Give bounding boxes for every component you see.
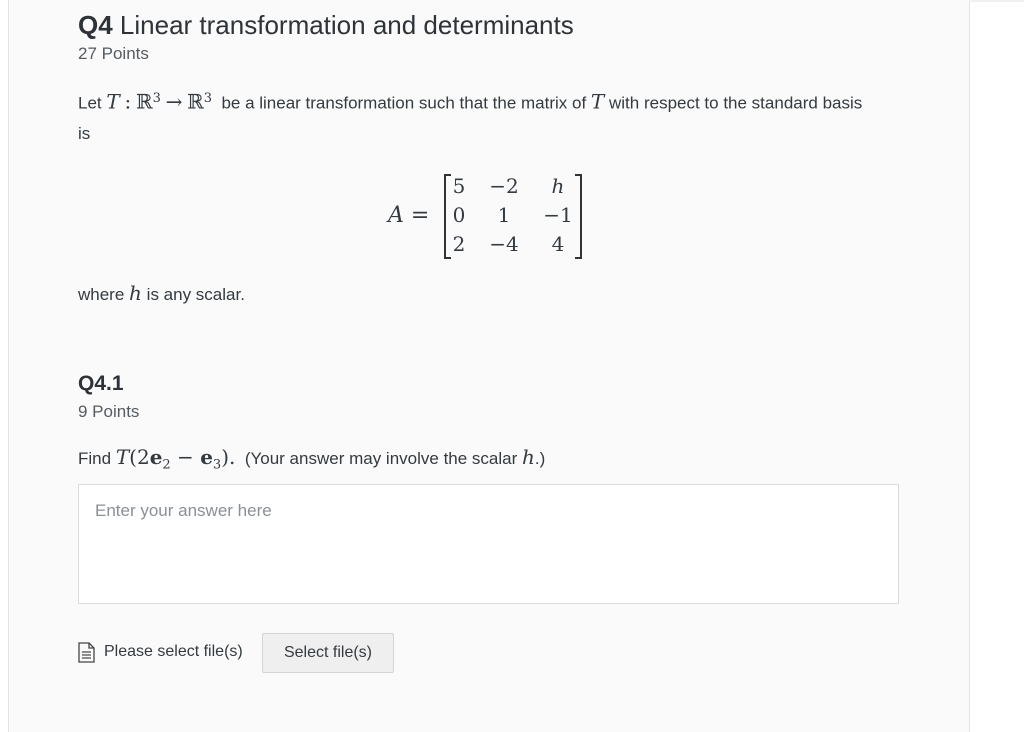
question-points: 27 Points	[78, 44, 149, 63]
subquestion-prompt: Find T(2e2 − e3). (Your answer may invol…	[78, 445, 545, 472]
math-sub: 3	[212, 457, 222, 473]
prompt-text: be a linear transformation such that the…	[221, 93, 587, 113]
select-files-button[interactable]: Select file(s)	[262, 633, 394, 673]
math-h: h	[129, 281, 142, 305]
matrix-cell: −4	[489, 232, 519, 256]
file-status-label: Please select file(s)	[104, 643, 243, 660]
math-h: h	[522, 445, 535, 469]
scalar-note: where h is any scalar.	[78, 281, 245, 305]
matrix-cell: 5	[452, 174, 466, 198]
matrix-cell: 1	[497, 203, 511, 227]
math-T: T	[115, 445, 130, 469]
subquestion-title: Q4.1	[78, 372, 124, 395]
matrix-cell: 2	[452, 232, 466, 256]
prompt-text: .)	[534, 449, 546, 468]
matrix-right-bracket	[575, 174, 582, 259]
prompt-text: Find	[78, 449, 112, 468]
matrix-cell: −1	[543, 203, 573, 227]
math-arrow: →	[165, 89, 183, 114]
matrix-cell: −2	[489, 174, 519, 198]
math-R: ℝ	[135, 89, 153, 114]
question-prompt: Let T : ℝ3 → ℝ3 be a linear transformati…	[78, 84, 878, 149]
math-exp: 3	[203, 91, 212, 106]
matrix-A: A	[388, 203, 404, 228]
matrix-cell: h	[551, 174, 565, 198]
question-number: Q4	[78, 10, 113, 40]
file-document-icon	[78, 642, 95, 663]
note-text: is any scalar.	[146, 285, 245, 304]
math-e: e	[200, 445, 213, 469]
question-title-text: Linear transformation and determinants	[119, 10, 574, 40]
math-e: e	[149, 445, 163, 469]
subquestion-points: 9 Points	[78, 402, 140, 421]
matrix-equals: =	[403, 203, 430, 228]
math-T: T	[590, 89, 605, 114]
math-exp: 3	[152, 91, 161, 106]
divider	[969, 0, 1024, 2]
math-T: T	[106, 89, 120, 114]
note-text: where	[78, 285, 125, 304]
math-colon: :	[124, 89, 132, 114]
math-minus: −	[170, 445, 201, 469]
matrix-cell: 4	[551, 232, 565, 256]
math-open: (2	[129, 445, 150, 469]
math-close: ).	[221, 445, 236, 469]
prompt-text: (Your answer may involve the scalar	[244, 449, 518, 468]
matrix-label: A =	[388, 202, 429, 228]
matrix-cell: 0	[452, 203, 466, 227]
answer-input[interactable]	[78, 484, 899, 604]
question-title: Q4 Linear transformation and determinant…	[78, 10, 574, 41]
prompt-text: Let	[78, 93, 102, 113]
math-sub: 2	[162, 457, 171, 473]
math-R: ℝ	[187, 89, 204, 114]
